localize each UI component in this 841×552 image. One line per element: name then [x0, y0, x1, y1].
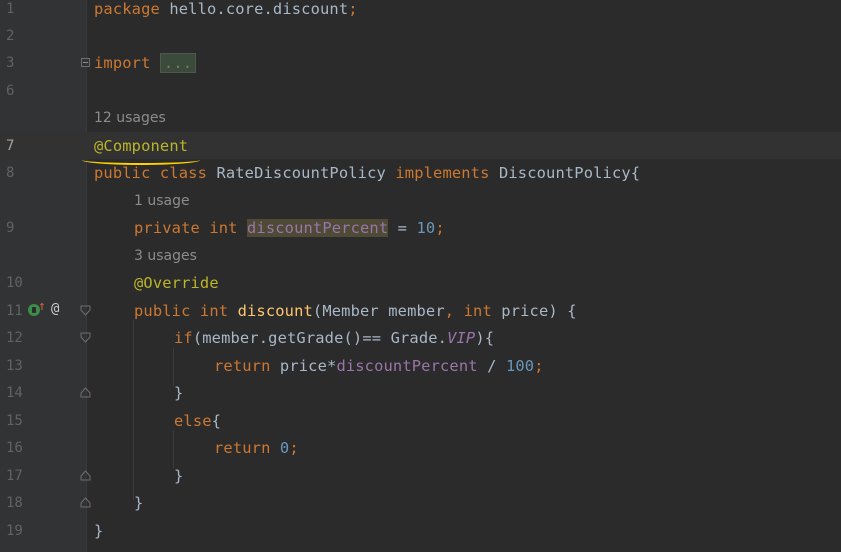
- code-line[interactable]: 11 public int discount(Member member, in…: [0, 297, 841, 324]
- fold-expand-icon[interactable]: [81, 58, 90, 67]
- code-text: if(member.getGrade()== Grade.VIP){: [174, 328, 495, 347]
- code-text: }: [174, 383, 184, 402]
- code-line[interactable]: 10 @Override: [0, 269, 841, 296]
- line-number: 19: [6, 522, 23, 539]
- code-line[interactable]: 17 }: [0, 462, 841, 489]
- line-number: 17: [6, 467, 23, 484]
- code-line[interactable]: 16 return 0;: [0, 434, 841, 461]
- code-text: private int discountPercent = 10;: [134, 218, 445, 237]
- code-line[interactable]: 2: [0, 22, 841, 49]
- line-number: 13: [6, 357, 23, 374]
- line-number: 9: [6, 219, 15, 236]
- code-text: }: [134, 493, 144, 512]
- code-line[interactable]: 19 }: [0, 517, 841, 544]
- line-number: 8: [6, 164, 15, 181]
- code-text: else{: [174, 411, 222, 430]
- code-text: package hello.core.discount;: [94, 0, 358, 18]
- code-line[interactable]: 13 return price*discountPercent / 100;: [0, 352, 841, 379]
- code-text: return price*discountPercent / 100;: [214, 356, 544, 375]
- code-line[interactable]: 15 else{: [0, 407, 841, 434]
- line-number: 7: [6, 137, 15, 154]
- line-number: 1: [6, 0, 15, 17]
- code-line[interactable]: 18 }: [0, 489, 841, 516]
- line-number: 6: [6, 82, 15, 99]
- line-number: 18: [6, 494, 23, 511]
- usages-hint[interactable]: 12 usages: [94, 110, 166, 126]
- code-text: import ...: [94, 52, 197, 73]
- code-line[interactable]: 3 import ...: [0, 49, 841, 76]
- line-number: 14: [6, 384, 23, 401]
- code-text: public class RateDiscountPolicy implemen…: [94, 163, 641, 182]
- collapsed-imports[interactable]: ...: [159, 52, 197, 73]
- fold-end-icon[interactable]: [80, 470, 91, 481]
- code-text: }: [94, 521, 104, 540]
- fold-end-icon[interactable]: [80, 497, 91, 508]
- usages-hint[interactable]: 3 usages: [134, 248, 197, 264]
- code-text: return 0;: [214, 438, 299, 457]
- code-text: @Component: [94, 136, 189, 155]
- line-number: 3: [6, 54, 15, 71]
- line-number: 10: [6, 274, 23, 291]
- code-text: @Override: [134, 273, 219, 292]
- fold-end-icon[interactable]: [80, 387, 91, 398]
- code-line[interactable]: 12 if(member.getGrade()== Grade.VIP){: [0, 324, 841, 351]
- code-line[interactable]: 6: [0, 77, 841, 104]
- line-number: 12: [6, 329, 23, 346]
- line-number: 16: [6, 439, 23, 456]
- code-line[interactable]: 8 public class RateDiscountPolicy implem…: [0, 159, 841, 186]
- fold-collapse-icon[interactable]: [80, 332, 91, 343]
- code-line[interactable]: 14 }: [0, 379, 841, 406]
- code-line[interactable]: 9 private int discountPercent = 10;: [0, 214, 841, 241]
- code-line[interactable]: 1 package hello.core.discount;: [0, 0, 841, 22]
- override-up-arrow-icon[interactable]: ↑: [38, 300, 46, 314]
- fold-collapse-icon[interactable]: [80, 305, 91, 316]
- code-text: public int discount(Member member, int p…: [134, 301, 577, 320]
- code-text: }: [174, 466, 184, 485]
- line-number: 15: [6, 412, 23, 429]
- annotation-at-icon[interactable]: @: [51, 301, 59, 317]
- usages-hint[interactable]: 1 usage: [134, 193, 190, 209]
- line-number: 2: [6, 27, 15, 44]
